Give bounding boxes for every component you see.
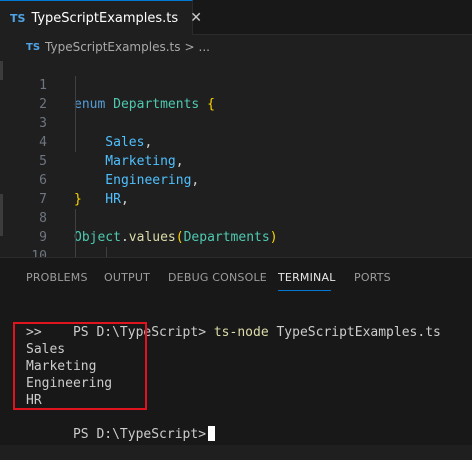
close-icon[interactable]: ✕	[190, 10, 202, 26]
tab-debug-console[interactable]: DEBUG CONSOLE	[168, 271, 267, 284]
panel-tabs: PROBLEMS OUTPUT DEBUG CONSOLE TERMINAL P…	[0, 258, 472, 296]
terminal-final-line: PS D:\TypeScript>	[26, 409, 216, 442]
code-line: 11 console.log(department);	[0, 247, 472, 257]
code-editor[interactable]: 1 enum Departments { 2 Sales, 3 Marketin…	[0, 57, 472, 257]
tab-problems[interactable]: PROBLEMS	[26, 271, 88, 284]
typescript-file-icon: TS	[26, 41, 41, 53]
terminal-command: ts-node	[213, 325, 269, 340]
code-line: 1 enum Departments {	[0, 57, 472, 112]
typescript-file-icon: TS	[10, 11, 26, 25]
tab-typescriptexamples[interactable]: TS TypeScriptExamples.ts ✕	[0, 0, 202, 35]
code-line: 5 HR,	[0, 133, 472, 207]
breadcrumb-file[interactable]: TypeScriptExamples.ts	[45, 40, 180, 54]
editor-tab-bar: TS TypeScriptExamples.ts ✕	[0, 0, 472, 35]
code-line: 3 Marketing,	[0, 95, 472, 169]
tab-title: TypeScriptExamples.ts	[31, 10, 179, 26]
code-line: 10 .forEach(department => {	[0, 228, 472, 257]
tab-output[interactable]: OUTPUT	[104, 271, 150, 284]
tab-ports[interactable]: PORTS	[354, 271, 391, 284]
code-line: 6 }	[0, 152, 472, 207]
active-tab-indicator	[278, 290, 331, 291]
breadcrumb: TS TypeScriptExamples.ts > ...	[0, 37, 472, 57]
chevron-right-icon: >	[184, 40, 195, 54]
output-highlight-box	[13, 322, 147, 410]
code-line: 8 Object.values(Departments)	[0, 190, 472, 245]
code-line: 9 .filter(value => typeof value === 'str…	[0, 209, 472, 245]
terminal-prompt: PS D:\TypeScript>	[72, 427, 207, 442]
code-line: 4 Engineering,	[0, 114, 472, 188]
terminal-cursor	[208, 426, 216, 441]
tab-terminal[interactable]: TERMINAL	[278, 271, 336, 284]
code-line: 2 Sales,	[0, 76, 472, 150]
code-line: 7	[0, 171, 472, 207]
breadcrumb-more[interactable]: ...	[199, 40, 210, 54]
terminal-command-args: TypeScriptExamples.ts	[276, 325, 441, 340]
